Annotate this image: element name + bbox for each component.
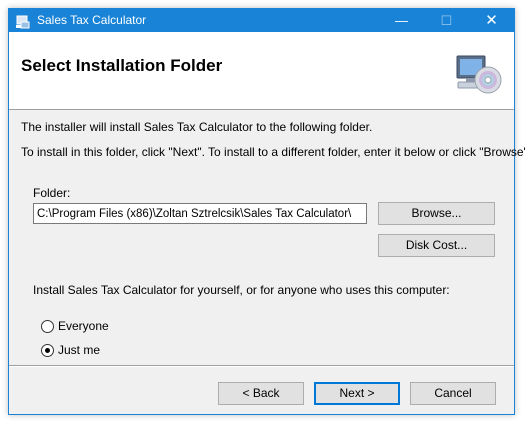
minimize-icon: — — [395, 13, 408, 28]
window-title: Sales Tax Calculator — [37, 13, 147, 27]
folder-path-input[interactable] — [33, 203, 367, 224]
radio-everyone-label: Everyone — [58, 319, 109, 333]
disk-cost-button[interactable]: Disk Cost... — [378, 234, 495, 257]
maximize-button[interactable]: ☐ — [424, 9, 469, 32]
setup-disc-computer-icon — [456, 55, 502, 94]
title-bar[interactable]: Sales Tax Calculator — ☐ ✕ — [9, 9, 514, 32]
radio-button-icon[interactable] — [41, 344, 54, 357]
back-button[interactable]: < Back — [218, 382, 304, 405]
radio-just-me-label: Just me — [58, 343, 101, 357]
radio-selected-dot — [45, 348, 50, 353]
next-button[interactable]: Next > — [314, 382, 400, 405]
install-for-prompt: Install Sales Tax Calculator for yoursel… — [33, 283, 450, 297]
page-title: Select Installation Folder — [21, 56, 223, 75]
close-icon: ✕ — [485, 12, 498, 29]
radio-button-icon[interactable] — [41, 320, 54, 333]
minimize-button[interactable]: — — [379, 9, 424, 32]
installer-window: Sales Tax Calculator — ☐ ✕ Select Instal… — [8, 8, 525, 415]
close-button[interactable]: ✕ — [469, 9, 514, 32]
cancel-button[interactable]: Cancel — [410, 382, 496, 405]
folder-label: Folder: — [33, 186, 71, 200]
install-instructions: To install in this folder, click "Next".… — [21, 145, 525, 159]
maximize-icon: ☐ — [440, 13, 453, 28]
footer-divider — [9, 365, 514, 367]
header-banner: Select Installation Folder — [9, 32, 514, 110]
browse-button[interactable]: Browse... — [378, 202, 495, 225]
install-description: The installer will install Sales Tax Cal… — [21, 120, 373, 134]
installer-app-icon — [16, 15, 30, 29]
